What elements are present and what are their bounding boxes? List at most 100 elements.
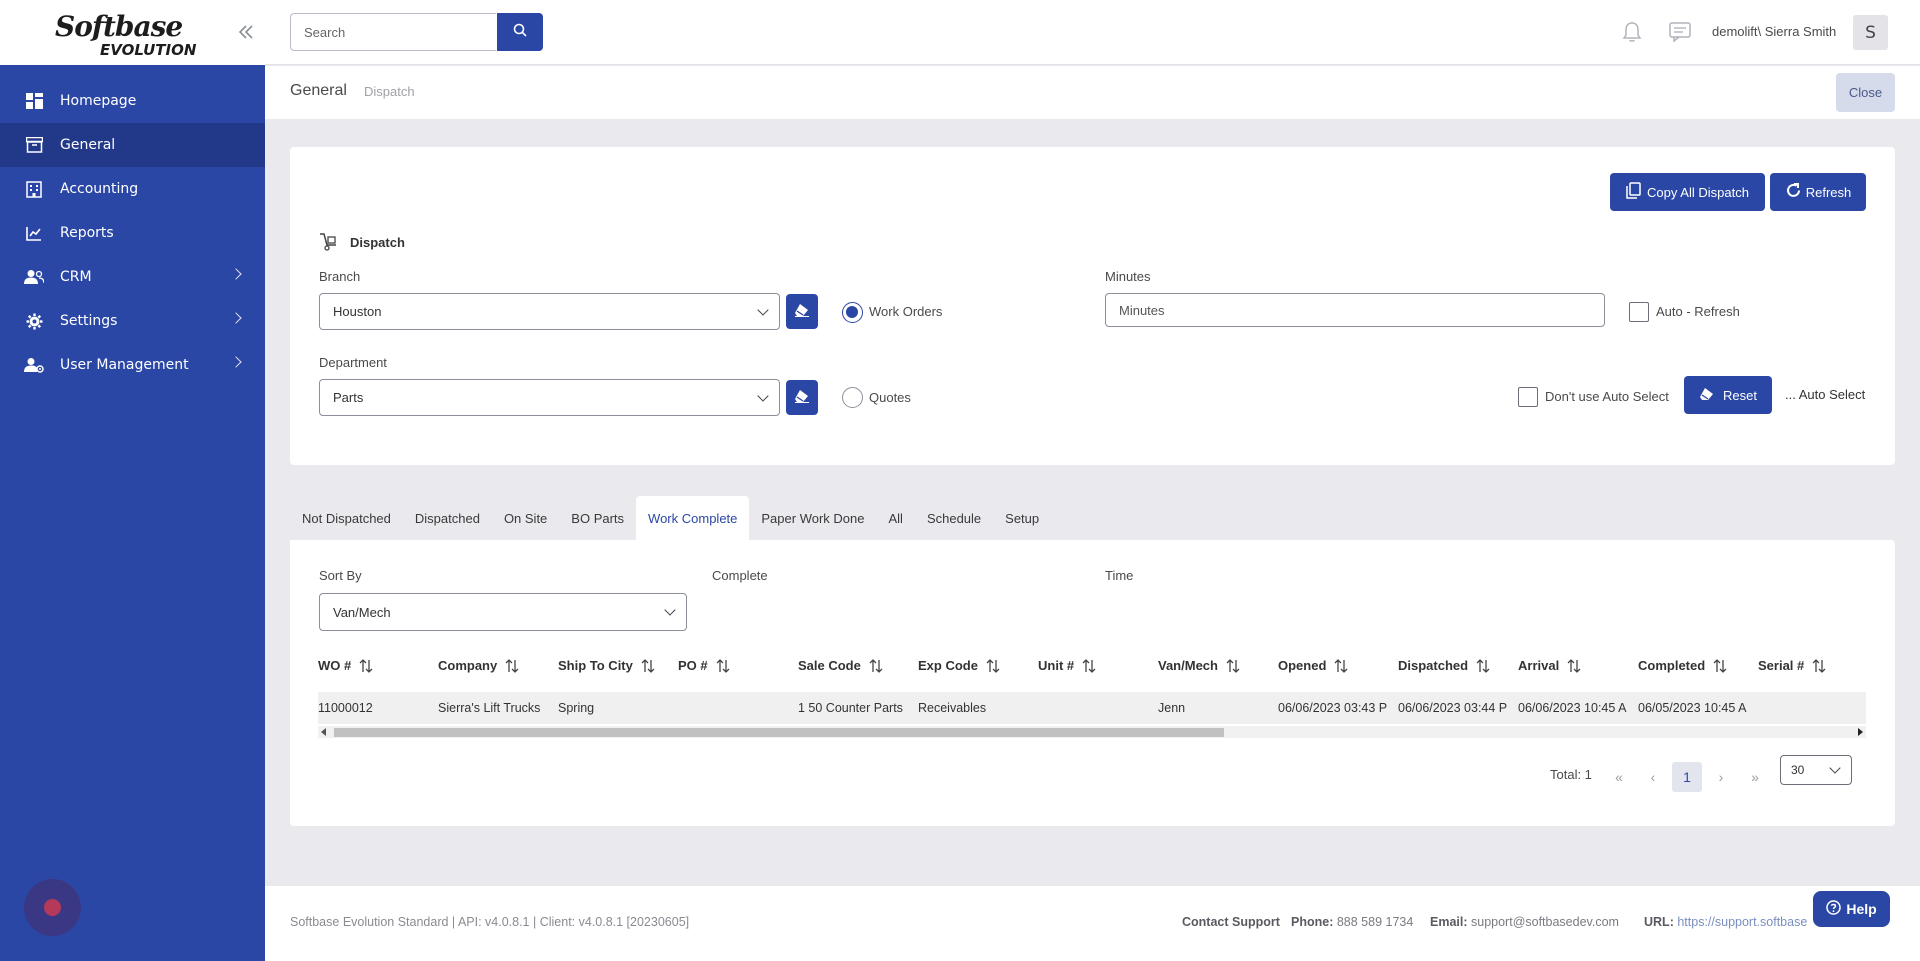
- tab-setup[interactable]: Setup: [993, 496, 1051, 540]
- auto-select-link[interactable]: ... Auto Select: [1785, 387, 1865, 402]
- sort-arrows-icon[interactable]: [1082, 658, 1096, 673]
- auto-refresh-checkbox[interactable]: [1629, 302, 1649, 322]
- chat-launcher-button[interactable]: [24, 879, 81, 936]
- column-header[interactable]: Sale Code: [798, 658, 883, 673]
- column-header[interactable]: Company: [438, 658, 519, 673]
- refresh-button[interactable]: Refresh: [1770, 173, 1866, 211]
- sidebar-item-user-management[interactable]: User Management: [0, 343, 265, 387]
- tab-dispatched[interactable]: Dispatched: [403, 496, 492, 540]
- sort-arrows-icon[interactable]: [1567, 658, 1581, 673]
- sort-by-label: Sort By: [319, 568, 362, 583]
- table-cell: 06/06/2023 03:43 P: [1278, 701, 1388, 715]
- page-size-select[interactable]: 30: [1780, 755, 1852, 785]
- dont-use-auto-select-checkbox[interactable]: [1518, 387, 1538, 407]
- quotes-radio[interactable]: [842, 387, 863, 408]
- sort-by-select[interactable]: Van/Mech: [319, 593, 687, 631]
- support-url-link[interactable]: https://support.softbase: [1677, 915, 1807, 929]
- page-number-button[interactable]: 1: [1672, 762, 1702, 792]
- sort-arrows-icon[interactable]: [1812, 658, 1826, 673]
- softbase-logo[interactable]: Softbase EVOLUTION: [55, 10, 205, 60]
- scroll-left-arrow-icon[interactable]: [321, 728, 326, 736]
- sidebar-item-crm[interactable]: CRM: [0, 255, 265, 299]
- sort-arrows-icon[interactable]: [1226, 658, 1240, 673]
- breadcrumb-general[interactable]: General: [290, 82, 347, 100]
- column-header[interactable]: Dispatched: [1398, 658, 1490, 673]
- tab-work-complete[interactable]: Work Complete: [636, 496, 750, 540]
- scrollbar-thumb[interactable]: [334, 728, 1224, 737]
- dispatch-icon: [319, 233, 339, 255]
- department-select[interactable]: Parts: [319, 379, 780, 416]
- column-header[interactable]: Opened: [1278, 658, 1348, 673]
- tab-not-dispatched[interactable]: Not Dispatched: [290, 496, 403, 540]
- prev-page-button[interactable]: ‹: [1638, 762, 1668, 792]
- help-label: Help: [1846, 901, 1877, 917]
- table-cell: 06/06/2023 10:45 A: [1518, 701, 1627, 715]
- gear-icon: [24, 312, 44, 330]
- current-user-name[interactable]: demolift\ Sierra Smith: [1712, 24, 1836, 39]
- tab-paper-work-done[interactable]: Paper Work Done: [749, 496, 876, 540]
- branch-select[interactable]: Houston: [319, 293, 780, 330]
- tab-bo-parts[interactable]: BO Parts: [559, 496, 636, 540]
- search-input[interactable]: [290, 13, 496, 51]
- column-header[interactable]: Exp Code: [918, 658, 1000, 673]
- sidebar-item-settings[interactable]: Settings: [0, 299, 265, 343]
- quotes-label: Quotes: [869, 390, 911, 405]
- clear-department-button[interactable]: [786, 380, 818, 415]
- column-header[interactable]: PO #: [678, 658, 730, 673]
- sidebar-item-accounting[interactable]: Accounting: [0, 167, 265, 211]
- sidebar-item-general[interactable]: General: [0, 123, 265, 167]
- clear-branch-button[interactable]: [786, 294, 818, 329]
- last-page-button[interactable]: »: [1740, 762, 1770, 792]
- sort-arrows-icon[interactable]: [1713, 658, 1727, 673]
- tab-schedule[interactable]: Schedule: [915, 496, 993, 540]
- email-value[interactable]: support@softbasedev.com: [1471, 915, 1619, 929]
- messages-icon[interactable]: [1669, 22, 1691, 46]
- sort-arrows-icon[interactable]: [505, 658, 519, 673]
- dispatch-tabs: Not Dispatched Dispatched On Site BO Par…: [290, 496, 1051, 540]
- notifications-bell-icon[interactable]: [1622, 21, 1642, 47]
- table-row[interactable]: 11000012 Sierra's Lift Trucks Spring 1 50 C…: [318, 692, 1866, 724]
- breadcrumb-dispatch: Dispatch: [364, 84, 415, 99]
- column-header[interactable]: Ship To City: [558, 658, 655, 673]
- column-header[interactable]: Unit #: [1038, 658, 1096, 673]
- first-page-button[interactable]: «: [1604, 762, 1634, 792]
- column-header[interactable]: Completed: [1638, 658, 1727, 673]
- sort-arrows-icon[interactable]: [1476, 658, 1490, 673]
- phone-info: Phone: 888 589 1734: [1291, 915, 1413, 929]
- column-header[interactable]: Serial #: [1758, 658, 1826, 673]
- department-label: Department: [319, 355, 387, 370]
- sidebar-item-reports[interactable]: Reports: [0, 211, 265, 255]
- sort-arrows-icon[interactable]: [869, 658, 883, 673]
- search-button[interactable]: [497, 13, 543, 51]
- sort-arrows-icon[interactable]: [1334, 658, 1348, 673]
- collapse-sidebar-icon[interactable]: [237, 22, 255, 42]
- reset-button[interactable]: Reset: [1684, 376, 1772, 414]
- avatar[interactable]: S: [1853, 15, 1888, 50]
- scroll-right-arrow-icon[interactable]: [1858, 728, 1863, 736]
- close-button[interactable]: Close: [1836, 73, 1895, 112]
- horizontal-scrollbar[interactable]: [318, 726, 1866, 738]
- copy-all-dispatch-button[interactable]: Copy All Dispatch: [1610, 173, 1765, 211]
- minutes-input[interactable]: [1105, 293, 1605, 327]
- chevron-down-icon: [757, 390, 769, 402]
- column-header[interactable]: Van/Mech: [1158, 658, 1240, 673]
- work-orders-radio[interactable]: [842, 302, 863, 323]
- tab-all[interactable]: All: [876, 496, 914, 540]
- help-button[interactable]: Help: [1813, 891, 1890, 927]
- refresh-label: Refresh: [1805, 184, 1852, 200]
- next-page-button[interactable]: ›: [1706, 762, 1736, 792]
- column-header[interactable]: Arrival: [1518, 658, 1581, 673]
- column-header-label: Arrival: [1518, 658, 1560, 673]
- sort-arrows-icon[interactable]: [716, 658, 730, 673]
- sidebar-item-homepage[interactable]: Homepage: [0, 79, 265, 123]
- sort-arrows-icon[interactable]: [359, 658, 373, 673]
- column-header[interactable]: WO #: [318, 658, 373, 673]
- column-header-label: Unit #: [1038, 658, 1075, 673]
- column-header-label: Completed: [1638, 658, 1706, 673]
- sort-arrows-icon[interactable]: [986, 658, 1000, 673]
- sort-arrows-icon[interactable]: [641, 658, 655, 673]
- chat-status-dot: [44, 899, 61, 916]
- chevron-down-icon: [757, 304, 769, 316]
- column-header-label: WO #: [318, 658, 352, 673]
- tab-on-site[interactable]: On Site: [492, 496, 559, 540]
